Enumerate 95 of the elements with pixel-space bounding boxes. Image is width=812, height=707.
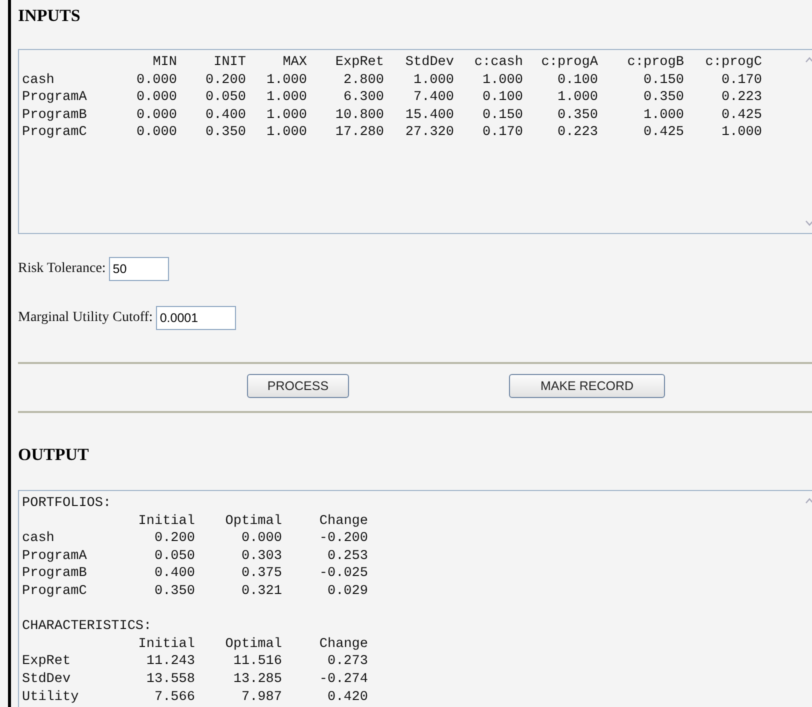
table-cell: 1.000 xyxy=(721,124,762,142)
table-cell: 0.303 xyxy=(241,548,282,566)
table-cell: 0.000 xyxy=(241,530,282,548)
action-button[interactable]: PROCESS xyxy=(247,374,349,398)
field-label: Marginal Utility Cutoff: xyxy=(18,310,153,326)
table-cell: 0.000 xyxy=(136,106,177,124)
table-cell: 0.000 xyxy=(136,124,177,142)
column-header: Initial xyxy=(138,512,195,530)
table-cell: -0.274 xyxy=(319,670,368,689)
section-title: CHARACTERISTICS: xyxy=(22,618,152,636)
column-header: Initial xyxy=(138,636,195,654)
table-cell: 7.987 xyxy=(241,688,282,706)
table-cell: 0.150 xyxy=(482,106,523,124)
table-cell: 0.375 xyxy=(241,565,282,583)
table-cell: 0.420 xyxy=(327,688,368,706)
column-header: Change xyxy=(319,636,368,654)
table-cell: 1.000 xyxy=(266,72,307,90)
table-cell: 27.320 xyxy=(405,124,454,142)
table-cell: 0.050 xyxy=(205,89,246,107)
table-cell: 0.425 xyxy=(643,124,684,142)
table-cell: 7.400 xyxy=(413,89,454,107)
row-label: ExpRet xyxy=(22,653,71,671)
column-header: INIT xyxy=(214,54,246,72)
table-cell: 0.100 xyxy=(557,72,598,90)
column-header: MAX xyxy=(282,54,307,72)
row-label: ProgramC xyxy=(22,124,87,142)
table-cell: 7.566 xyxy=(154,688,195,706)
section-heading: INPUTS xyxy=(18,6,80,26)
table-cell: 0.170 xyxy=(482,124,523,142)
table-cell: 0.200 xyxy=(154,530,195,548)
row-label: ProgramA xyxy=(22,548,87,566)
table-cell: 0.050 xyxy=(154,548,195,566)
table-cell: 1.000 xyxy=(482,72,523,90)
table-cell: 11.516 xyxy=(233,653,282,671)
column-header: Change xyxy=(319,512,368,530)
table-cell: 1.000 xyxy=(413,72,454,90)
row-label: cash xyxy=(22,72,54,90)
column-header: Optimal xyxy=(225,512,282,530)
table-cell: 0.223 xyxy=(721,89,762,107)
table-cell: 13.285 xyxy=(233,670,282,689)
table-cell: 1.000 xyxy=(643,106,684,124)
table-cell: 1.000 xyxy=(266,124,307,142)
column-header: MIN xyxy=(152,54,177,72)
table-cell: 0.000 xyxy=(136,89,177,107)
table-cell: 0.200 xyxy=(205,72,246,90)
table-cell: 0.150 xyxy=(643,72,684,90)
text-area[interactable] xyxy=(18,490,812,707)
table-cell: 0.350 xyxy=(205,124,246,142)
table-cell: 0.350 xyxy=(557,106,598,124)
column-header: c:cash xyxy=(474,54,523,72)
table-cell: 0.400 xyxy=(205,106,246,124)
table-cell: 0.223 xyxy=(557,124,598,142)
table-cell: 0.000 xyxy=(136,72,177,90)
table-cell: 0.400 xyxy=(154,565,195,583)
table-cell: 1.000 xyxy=(266,89,307,107)
table-cell: 0.321 xyxy=(241,582,282,601)
table-cell: -0.200 xyxy=(319,530,368,548)
table-cell: 0.273 xyxy=(327,653,368,671)
table-cell: 17.280 xyxy=(335,124,384,142)
table-cell: 0.350 xyxy=(643,89,684,107)
text-area[interactable] xyxy=(18,49,812,234)
input-field[interactable]: 50 xyxy=(108,257,169,281)
section-heading: OUTPUT xyxy=(18,445,89,465)
row-label: ProgramB xyxy=(22,106,87,124)
row-label: Utility xyxy=(22,688,79,706)
row-label: StdDev xyxy=(22,670,71,689)
table-cell: 0.100 xyxy=(482,89,523,107)
action-button[interactable]: MAKE RECORD xyxy=(509,374,665,398)
field-label: Risk Tolerance: xyxy=(18,261,106,277)
row-label: ProgramB xyxy=(22,565,87,583)
column-header: c:progA xyxy=(541,54,598,72)
table-cell: 11.243 xyxy=(146,653,195,671)
section-title: PORTFOLIOS: xyxy=(22,495,112,513)
table-cell: 10.800 xyxy=(335,106,384,124)
table-cell: 15.400 xyxy=(405,106,454,124)
table-cell: 0.029 xyxy=(327,582,368,601)
column-header: ExpRet xyxy=(335,54,384,72)
row-label: cash xyxy=(22,530,54,548)
table-cell: 0.253 xyxy=(327,548,368,566)
table-cell: 13.558 xyxy=(146,670,195,689)
column-header: Optimal xyxy=(225,636,282,654)
table-cell: 2.800 xyxy=(343,72,384,90)
table-cell: 0.425 xyxy=(721,106,762,124)
column-header: StdDev xyxy=(405,54,454,72)
table-cell: 1.000 xyxy=(557,89,598,107)
row-label: ProgramA xyxy=(22,89,87,107)
row-label: ProgramC xyxy=(22,582,87,601)
table-cell: 6.300 xyxy=(343,89,384,107)
table-cell: 1.000 xyxy=(266,106,307,124)
table-cell: -0.025 xyxy=(319,565,368,583)
input-field[interactable]: 0.0001 xyxy=(156,306,236,330)
column-header: c:progC xyxy=(705,54,762,72)
table-cell: 0.350 xyxy=(154,582,195,601)
table-cell: 0.170 xyxy=(721,72,762,90)
column-header: c:progB xyxy=(627,54,684,72)
